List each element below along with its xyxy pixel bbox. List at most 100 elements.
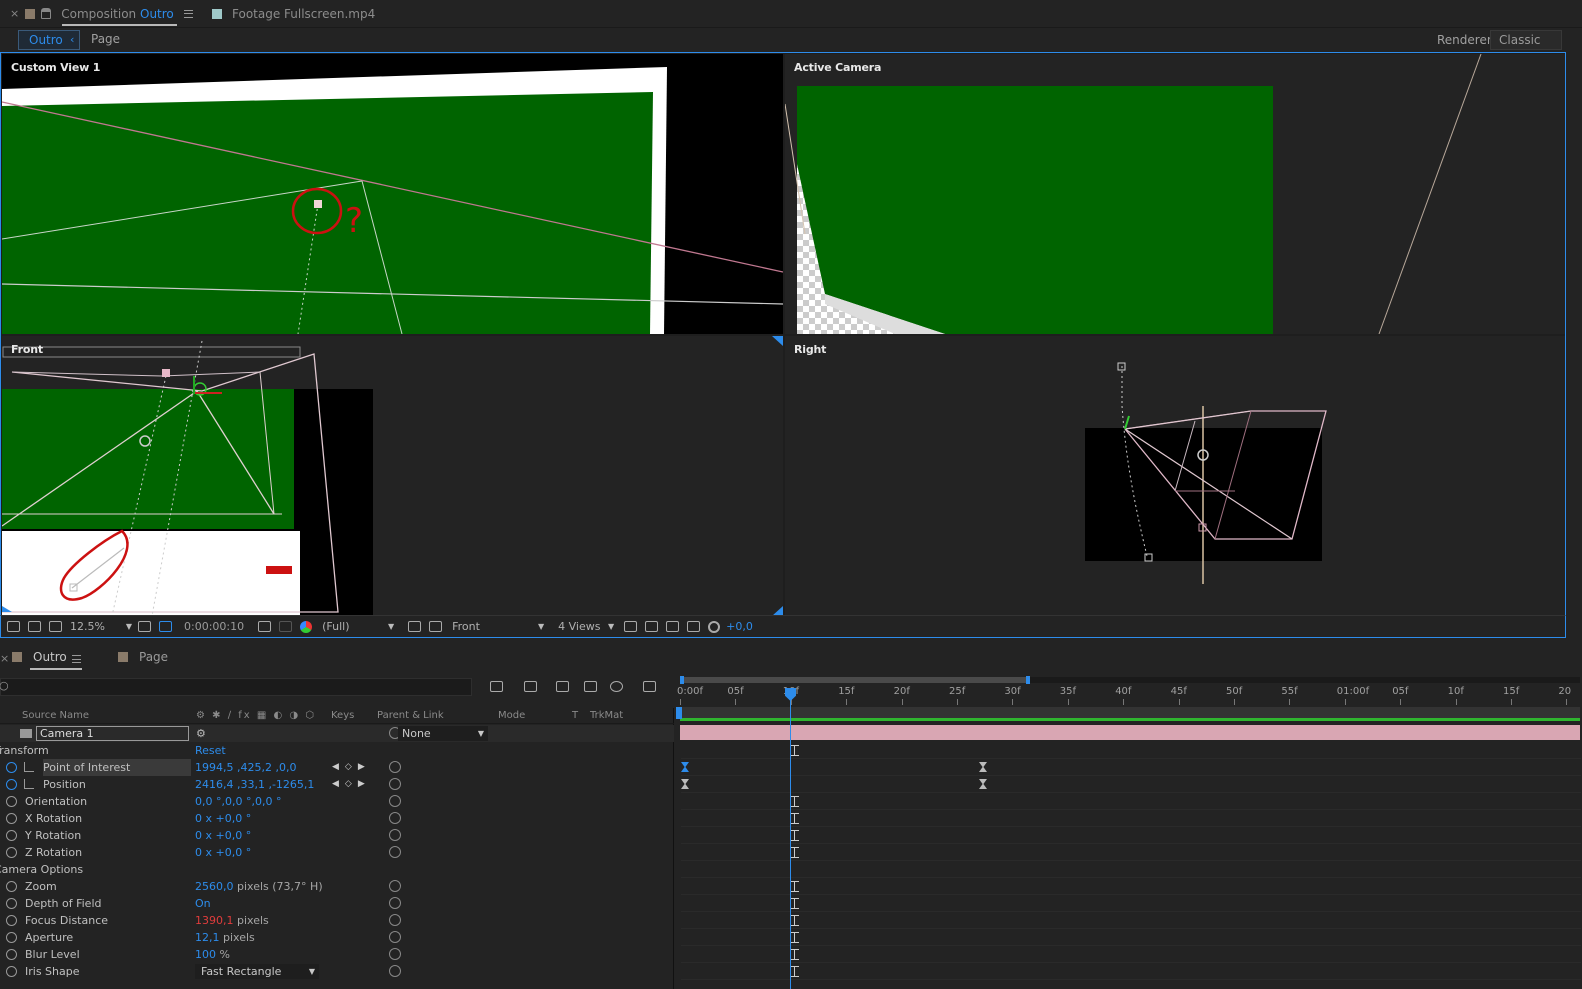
keyframe-icon[interactable] [681, 762, 689, 772]
transform-group[interactable]: Transform Reset [0, 742, 674, 759]
expression-pickwhip-icon[interactable] [389, 897, 401, 909]
track-row[interactable] [681, 895, 1581, 912]
stopwatch-icon[interactable] [6, 796, 17, 807]
timeline-tab-outro[interactable]: Outro [33, 650, 67, 664]
track-row[interactable] [681, 878, 1581, 895]
fast-preview-icon[interactable] [408, 621, 422, 632]
track-row[interactable] [681, 742, 1581, 759]
work-area[interactable] [676, 707, 1580, 721]
keyframe-icon[interactable] [681, 779, 689, 789]
renderer-button[interactable]: Classic 3D [1490, 30, 1562, 65]
time-navigator-range[interactable] [682, 677, 1028, 683]
track-row[interactable] [681, 844, 1581, 861]
panel-menu-icon[interactable] [72, 655, 81, 663]
property-row[interactable]: Point of Interest 1994,5 ,425,2 ,0,0 ◀◇▶ [0, 759, 674, 776]
panel-menu-icon[interactable] [183, 9, 193, 18]
stopwatch-icon[interactable] [6, 847, 17, 858]
expression-pickwhip-icon[interactable] [389, 795, 401, 807]
property-value[interactable]: 12,1 pixels [195, 929, 255, 946]
right-view-panel[interactable]: Right [785, 336, 1565, 616]
track-row[interactable] [681, 963, 1581, 980]
property-value[interactable]: 100 % [195, 946, 230, 963]
column-t[interactable]: T [572, 708, 578, 724]
keyframe-icon[interactable] [979, 779, 987, 789]
time-navigator[interactable] [680, 676, 1580, 684]
chevron-left-icon[interactable]: ‹ [70, 33, 74, 46]
column-trkmat[interactable]: TrkMat [590, 708, 623, 724]
property-value[interactable]: 0,0 °,0,0 °,0,0 ° [195, 793, 281, 810]
property-row[interactable]: Y Rotation 0 x +0,0 ° [0, 827, 674, 844]
timeline-tab-page[interactable]: Page [139, 650, 168, 664]
parent-dropdown[interactable]: None ▼ [398, 726, 488, 741]
work-area-bar[interactable] [680, 718, 1580, 721]
iris-shape-dropdown[interactable]: Fast Rectangle ▼ [195, 964, 319, 979]
track-row[interactable] [681, 946, 1581, 963]
stopwatch-icon[interactable] [6, 932, 17, 943]
camera-options-group[interactable]: Camera Options [0, 861, 674, 878]
navigator-end-handle[interactable] [1026, 676, 1030, 684]
toggle-pixel-aspect-icon[interactable] [624, 621, 638, 632]
expression-pickwhip-icon[interactable] [389, 846, 401, 858]
exposure-value[interactable]: +0,0 [726, 620, 753, 633]
property-value[interactable]: 2416,4 ,33,1 ,-1265,1 [195, 776, 314, 793]
frame-blending-icon[interactable] [584, 681, 597, 692]
stopwatch-icon[interactable] [6, 881, 17, 892]
current-time-display[interactable]: 0:00:00:10 [184, 620, 244, 633]
track-row[interactable] [681, 776, 1581, 793]
expression-pickwhip-icon[interactable] [389, 914, 401, 926]
resolution-dropdown[interactable]: (Full) ▼ [322, 620, 394, 633]
track-row[interactable] [681, 827, 1581, 844]
property-value[interactable]: 2560,0 pixels (73,7° H) [195, 878, 323, 895]
track-row[interactable] [681, 810, 1581, 827]
expression-pickwhip-icon[interactable] [389, 965, 401, 977]
expression-pickwhip-icon[interactable] [389, 948, 401, 960]
show-snapshot-icon[interactable] [279, 621, 293, 632]
camera-snapshot-icon[interactable] [258, 621, 272, 632]
expression-pickwhip-icon[interactable] [389, 931, 401, 943]
lock-icon[interactable] [41, 8, 52, 19]
zoom-dropdown[interactable]: 12.5% ▼ [70, 620, 132, 633]
composition-viewer[interactable]: ? Custom View 1 Active Camera Front Righ… [0, 52, 1566, 638]
hide-shy-layers-icon[interactable] [556, 681, 569, 692]
column-parent-link[interactable]: Parent & Link [377, 708, 444, 724]
breadcrumb-page[interactable]: Page [91, 32, 120, 46]
transform-reset-link[interactable]: Reset [195, 742, 226, 759]
composition-mini-flowchart-icon[interactable] [490, 681, 503, 692]
stopwatch-icon[interactable] [6, 898, 17, 909]
track-row[interactable] [681, 759, 1581, 776]
property-row[interactable]: Zoom 2560,0 pixels (73,7° H) [0, 878, 674, 895]
always-preview-icon[interactable] [7, 621, 20, 632]
property-row[interactable]: Depth of Field On [0, 895, 674, 912]
stopwatch-icon[interactable] [6, 949, 17, 960]
motion-blur-icon[interactable] [610, 681, 623, 692]
timeline-icon[interactable] [666, 621, 680, 632]
track-row[interactable] [681, 929, 1581, 946]
layer-switch-icon[interactable]: ⚙ [196, 725, 206, 742]
track-row[interactable] [681, 861, 1581, 878]
region-of-interest-icon[interactable] [159, 621, 172, 632]
property-row[interactable]: Iris Shape Fast Rectangle ▼ [0, 963, 674, 980]
custom-view-1-panel[interactable]: ? Custom View 1 [2, 54, 783, 334]
flowchart-icon[interactable] [687, 621, 701, 632]
property-row[interactable]: Aperture 12,1 pixels [0, 929, 674, 946]
timeline-tracks[interactable]: 0:00f 05f 10f 15f 20f 25f 30f 35f 40f 45f 50f 55f 01… [676, 670, 1582, 989]
keyframe-navigator[interactable]: ◀◇▶ [332, 759, 371, 776]
monitor-icon[interactable] [28, 621, 41, 632]
keyframe-navigator[interactable]: ◀◇▶ [332, 776, 371, 793]
graph-icon[interactable] [24, 779, 34, 789]
graph-editor-icon[interactable] [643, 681, 656, 692]
3d-view-dropdown[interactable]: Front ▼ [452, 620, 544, 633]
property-row[interactable]: Position 2416,4 ,33,1 ,-1265,1 ◀◇▶ [0, 776, 674, 793]
stopwatch-icon[interactable] [6, 813, 17, 824]
property-row[interactable]: Z Rotation 0 x +0,0 ° [0, 844, 674, 861]
footage-tab[interactable]: Footage Fullscreen.mp4 [212, 0, 375, 27]
stopwatch-icon[interactable] [6, 830, 17, 841]
property-row[interactable]: Focus Distance 1390,1 pixels [0, 912, 674, 929]
active-camera-panel[interactable]: Active Camera [785, 54, 1565, 334]
expression-pickwhip-icon[interactable] [389, 880, 401, 892]
layer-name-field[interactable]: Camera 1 [36, 726, 189, 741]
stopwatch-icon[interactable] [6, 915, 17, 926]
channel-icon[interactable] [300, 620, 313, 633]
reset-exposure-icon[interactable] [708, 620, 721, 633]
stopwatch-icon[interactable] [6, 762, 17, 773]
